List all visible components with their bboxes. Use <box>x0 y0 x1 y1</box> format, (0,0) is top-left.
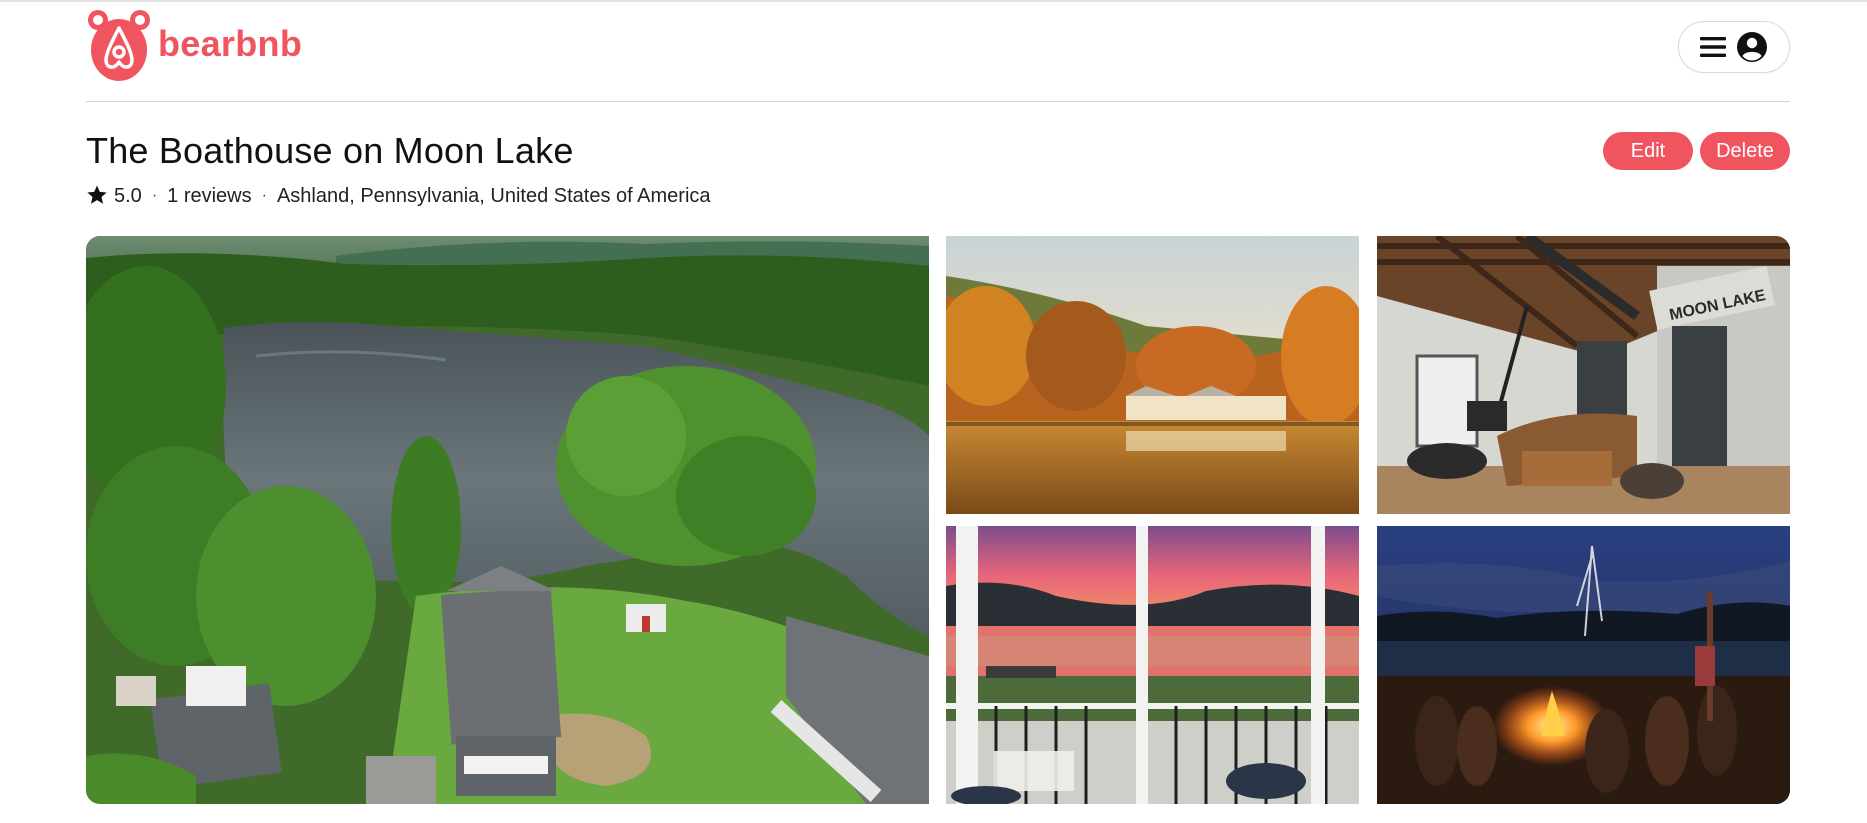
photo-living-room[interactable]: MOON LAKE <box>1377 236 1790 514</box>
delete-button[interactable]: Delete <box>1700 132 1790 170</box>
site-header: bearbnb <box>86 8 1790 102</box>
bear-logo-icon <box>88 10 150 81</box>
top-border <box>0 0 1867 2</box>
listing-meta: 5.0 · 1 reviews · Ashland, Pennsylvania,… <box>86 184 711 208</box>
photo-campfire[interactable] <box>1377 526 1790 804</box>
autumn-lake-image <box>946 236 1359 514</box>
photo-gallery: MOON LAKE <box>86 236 1790 804</box>
edit-button[interactable]: Edit <box>1603 132 1693 170</box>
aerial-lake-image <box>86 236 929 804</box>
rating-value: 5.0 <box>114 184 142 207</box>
logo-link[interactable]: bearbnb <box>86 8 302 82</box>
user-circle-icon <box>1737 32 1767 62</box>
separator: · <box>261 187 267 204</box>
separator: · <box>151 187 158 204</box>
header-divider <box>86 101 1790 102</box>
star-icon <box>87 185 107 204</box>
living-room-image: MOON LAKE <box>1377 236 1790 514</box>
listing-location: Ashland, Pennsylvania, United States of … <box>276 184 711 207</box>
review-count[interactable]: 1 reviews <box>167 185 251 208</box>
brand-name: bearbnb <box>158 23 303 64</box>
photo-autumn-lake[interactable] <box>946 236 1359 514</box>
listing-actions: Edit Delete <box>1603 132 1790 170</box>
hamburger-icon <box>1700 37 1726 57</box>
photo-sunset-porch[interactable] <box>946 526 1359 804</box>
listing-title: The Boathouse on Moon Lake <box>86 130 574 171</box>
user-menu-button[interactable] <box>1678 21 1790 73</box>
sunset-porch-image <box>946 526 1359 804</box>
photo-aerial-lake[interactable] <box>86 236 929 804</box>
campfire-image <box>1377 526 1790 804</box>
